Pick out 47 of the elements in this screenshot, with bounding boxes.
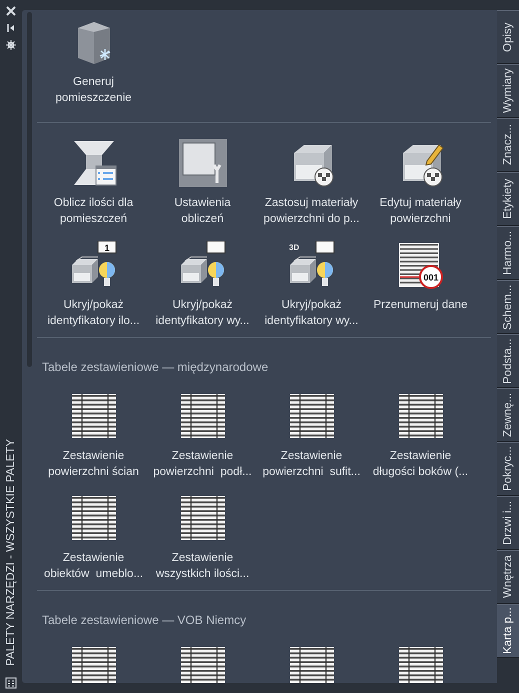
table-icon[interactable] <box>70 392 118 440</box>
table-icon[interactable] <box>178 392 226 440</box>
table-icon[interactable] <box>70 645 118 683</box>
tool-label: Zestawienie wszystkich ilości... <box>156 551 250 582</box>
tool-label: Edytuj materiały powierzchni <box>380 196 462 227</box>
tool-label: Oblicz ilości dla pomieszczeń <box>54 196 134 227</box>
palette-tab[interactable]: Karta p... <box>497 604 519 658</box>
palette-tab[interactable]: Opisy <box>497 10 519 64</box>
tool-label: Zestawienie długości boków (... <box>372 449 468 480</box>
close-icon[interactable] <box>6 6 16 16</box>
palette-tab[interactable]: Harmo... <box>497 226 519 280</box>
palette-tab[interactable]: Wnętrza <box>497 550 519 604</box>
section-title: Tabele zestawieniowe — międzynarodowe <box>42 360 270 374</box>
palette-tab[interactable]: Wymiary <box>497 64 519 118</box>
palette-tab[interactable]: Zewnę... <box>497 388 519 442</box>
palette-tab[interactable]: Schem... <box>497 280 519 334</box>
tool-label: Zestawienie powierzchni ścian <box>48 449 139 480</box>
palette-tab[interactable]: Pokryc... <box>497 442 519 496</box>
table-icon[interactable] <box>178 645 226 683</box>
table-icon[interactable] <box>396 392 444 440</box>
scrollbar-thumb[interactable] <box>27 12 32 367</box>
wrench-icon[interactable] <box>178 139 226 187</box>
table-icon[interactable] <box>178 494 226 542</box>
table-icon[interactable] <box>288 645 336 683</box>
tool-label: Przenumeruj dane <box>374 298 468 313</box>
tag-toggle-icon[interactable] <box>178 241 226 289</box>
table-icon[interactable] <box>70 494 118 542</box>
tool-label: Generuj pomieszczenie <box>55 75 132 106</box>
palette-tab[interactable]: Drzwi i... <box>497 496 519 550</box>
tool-label: Zestawienie powierzchni podł... <box>153 449 252 480</box>
tool-label: Ukryj/pokaż identyfikatory wy... <box>156 298 250 329</box>
tool-label: Ukryj/pokaż identyfikatory wy... <box>264 298 358 329</box>
settings-icon[interactable] <box>6 40 16 50</box>
palette-tab[interactable]: Podsta... <box>497 334 519 388</box>
tool-label: Zestawienie powierzchni sufit... <box>262 449 360 480</box>
tool-label: Ukryj/pokaż identyfikatory ilo... <box>47 298 140 329</box>
tool-label: Zastosuj materiały powierzchni do p... <box>264 196 360 227</box>
tool-label: Ustawienia obliczeń <box>174 196 231 227</box>
palette-title: PALETY NARZĘDZI - WSZYSTKIE PALETY <box>5 439 17 666</box>
table-icon[interactable] <box>288 392 336 440</box>
tool-label: Zestawienie obiektów umeblo... <box>44 551 144 582</box>
pin-icon[interactable] <box>6 23 16 33</box>
properties-icon[interactable] <box>5 677 17 689</box>
table-icon[interactable] <box>396 645 444 683</box>
section-title: Tabele zestawieniowe — VOB Niemcy <box>42 613 248 627</box>
palette-tab[interactable]: Etykiety <box>497 172 519 226</box>
palette-tab[interactable]: Znacz... <box>497 118 519 172</box>
